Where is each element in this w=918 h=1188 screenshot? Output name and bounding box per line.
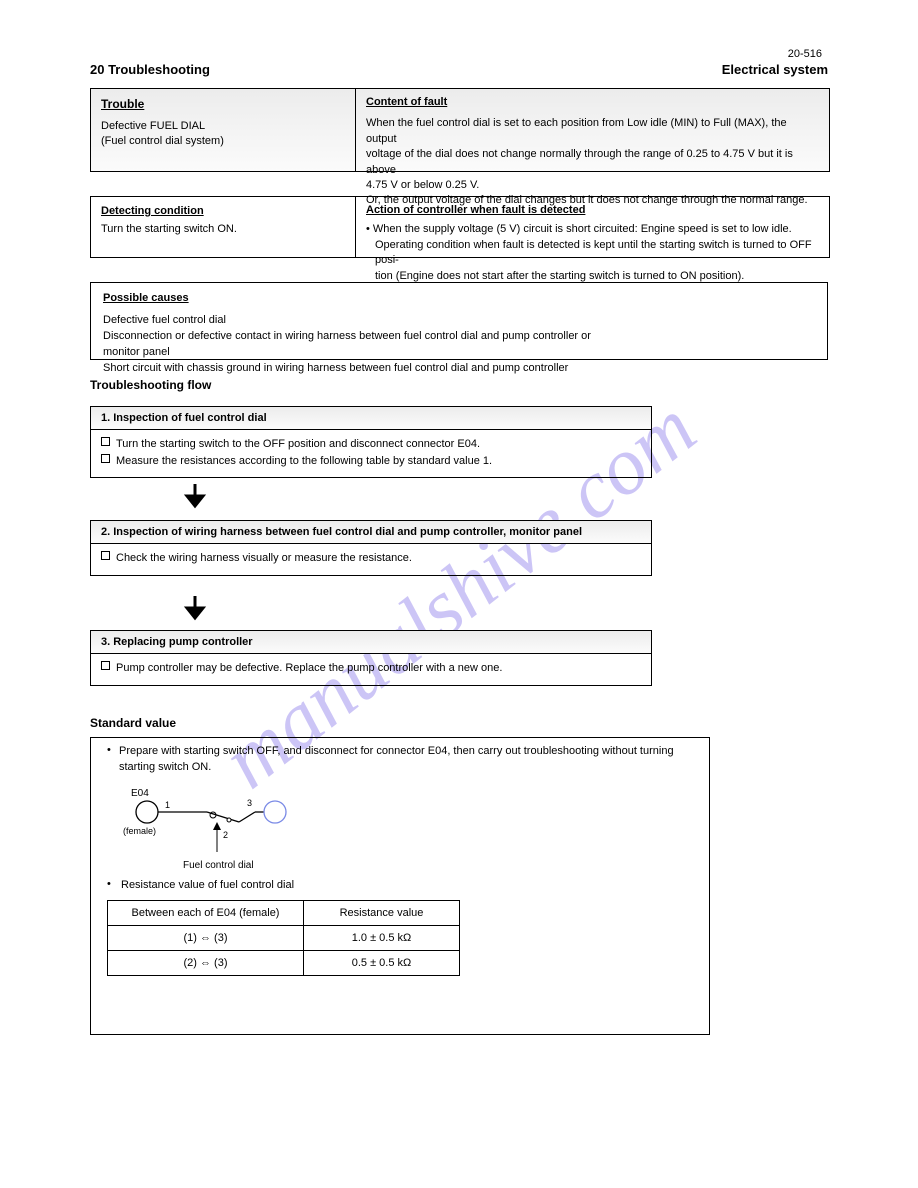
std-table-r2c1: (2) ⇔ (3) — [108, 950, 304, 975]
cause-label: Possible causes — [103, 291, 189, 307]
section-title: 20 Troubleshooting Electrical system — [90, 62, 828, 77]
std-table: Between each of E04 (female) Resistance … — [107, 900, 460, 976]
fault-line-0: When the fuel control dial is set to eac… — [366, 116, 819, 147]
step-1-item-1: Measure the resistances according to the… — [116, 455, 492, 467]
step-3: 3. Replacing pump controller Pump contro… — [90, 630, 652, 686]
std-intro: Prepare with starting switch OFF, and di… — [119, 744, 693, 776]
std-table-r2c2: 0.5 ± 0.5 kΩ — [304, 950, 460, 975]
std-table-r1c2: 1.0 ± 0.5 kΩ — [304, 925, 460, 950]
trouble-body1: Defective FUEL DIAL — [101, 119, 345, 134]
table-row: (2) ⇔ (3) 0.5 ± 0.5 kΩ — [108, 950, 460, 975]
bullet-icon — [101, 661, 110, 670]
fault-line-1: voltage of the dial does not change norm… — [366, 147, 819, 178]
step-2-item-0: Check the wiring harness visually or mea… — [116, 552, 412, 564]
cause-line-1: Disconnection or defective contact in wi… — [103, 329, 815, 345]
action-label: Action of controller when fault is detec… — [366, 203, 585, 218]
section-sub-text: Electrical system — [722, 62, 828, 77]
std-table-head-2: Resistance value — [304, 900, 460, 925]
circuit-diagram: E04 (female) 1 2 3 Fuel control dial — [117, 782, 417, 872]
standard-value-box: • Prepare with starting switch OFF, and … — [90, 737, 710, 1035]
condition-label: Detecting condition — [101, 205, 204, 217]
circuit-dial-label: Fuel control dial — [183, 860, 254, 871]
std-table-r1c1: (1) ⇔ (3) — [108, 925, 304, 950]
bullet-icon — [101, 454, 110, 463]
bullet-icon — [101, 551, 110, 560]
fault-line-2: 4.75 V or below 0.25 V. — [366, 178, 819, 193]
fault-cell: Content of fault When the fuel control d… — [356, 89, 829, 171]
step-3-head: 3. Replacing pump controller — [91, 631, 651, 654]
std-table-head-1: Between each of E04 (female) — [108, 900, 304, 925]
table-row: Between each of E04 (female) Resistance … — [108, 900, 460, 925]
arrow-down-icon — [180, 482, 210, 512]
step-2: 2. Inspection of wiring harness between … — [90, 520, 652, 576]
bullet-icon — [101, 437, 110, 446]
trouble-label: Trouble — [101, 97, 345, 111]
step-1: 1. Inspection of fuel control dial Turn … — [90, 406, 652, 478]
cause-row: Possible causes Defective fuel control d… — [90, 282, 828, 360]
condition-body: Turn the starting switch ON. — [101, 223, 345, 235]
cause-line-0: Defective fuel control dial — [103, 313, 815, 329]
std-resist-label: Resistance value of fuel control dial — [121, 878, 693, 894]
step-2-head: 2. Inspection of wiring harness between … — [91, 521, 651, 544]
fault-label: Content of fault — [366, 95, 819, 110]
step-3-item-0: Pump controller may be defective. Replac… — [116, 662, 502, 674]
bullet-dot-icon: • — [107, 744, 119, 756]
section-title-text: 20 Troubleshooting — [90, 62, 210, 77]
condition-cell: Detecting condition Turn the starting sw… — [91, 197, 356, 257]
trouble-cell: Trouble Defective FUEL DIAL (Fuel contro… — [91, 89, 356, 171]
cause-line-2: monitor panel — [103, 345, 815, 361]
page-number: 20-516 — [788, 48, 822, 60]
flow-subtitle: Troubleshooting flow — [90, 378, 211, 392]
table-row: (1) ⇔ (3) 1.0 ± 0.5 kΩ — [108, 925, 460, 950]
standard-value-title: Standard value — [90, 716, 176, 730]
action-line-1: Operating condition when fault is detect… — [366, 238, 819, 269]
circuit-pin-2: 2 — [223, 830, 228, 840]
arrow-down-icon — [180, 594, 210, 624]
action-line-0: When the supply voltage (5 V) circuit is… — [373, 223, 792, 235]
circuit-pin-1: 1 — [165, 800, 170, 810]
cause-line-3: Short circuit with chassis ground in wir… — [103, 361, 815, 377]
trouble-row: Trouble Defective FUEL DIAL (Fuel contro… — [90, 88, 830, 172]
action-cell: Action of controller when fault is detec… — [356, 197, 829, 257]
circuit-female-label: (female) — [123, 826, 156, 836]
circuit-e04-label: E04 — [131, 788, 149, 799]
step-1-item-0: Turn the starting switch to the OFF posi… — [116, 438, 480, 450]
condition-row: Detecting condition Turn the starting sw… — [90, 196, 830, 258]
trouble-body2: (Fuel control dial system) — [101, 134, 345, 149]
bullet-dot-icon: • — [107, 878, 119, 890]
circuit-pin-3: 3 — [247, 798, 252, 808]
step-1-head: 1. Inspection of fuel control dial — [91, 407, 651, 430]
